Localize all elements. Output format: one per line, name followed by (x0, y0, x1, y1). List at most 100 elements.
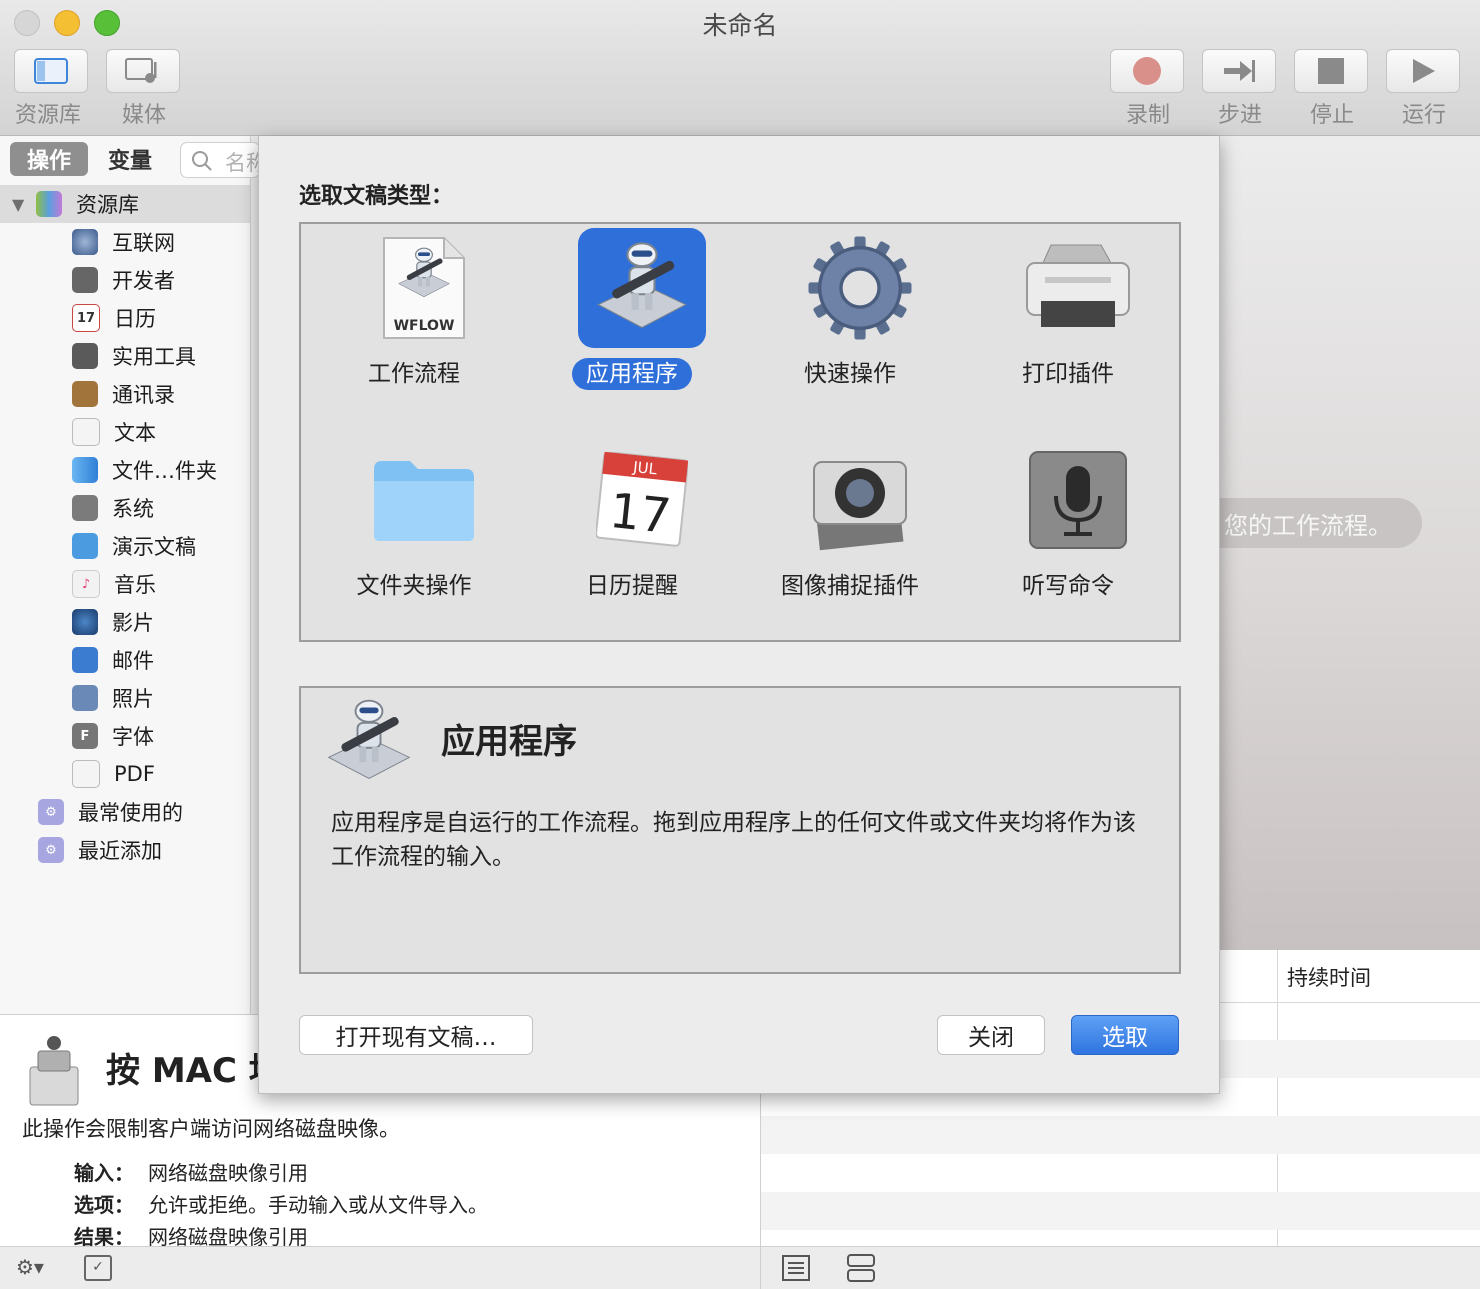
sidebar-item[interactable]: ♪ 音乐 (0, 565, 250, 603)
document-type-sheet: 选取文稿类型： WFLOW 工作流程应用程序 快速操作 打印插件文件夹操作 JUL 17 日… (258, 136, 1220, 1094)
library-label: 资源库 (14, 103, 81, 128)
mail-icon (72, 647, 98, 673)
input-value: 网络磁盘映像引用 (148, 1161, 308, 1185)
sidebar-item[interactable]: 文件…件夹 (0, 451, 250, 489)
split-view-icon[interactable] (846, 1253, 876, 1283)
action-summary: 此操作会限制客户端访问网络磁盘映像。 (22, 1117, 400, 1141)
sidebar-item[interactable]: 实用工具 (0, 337, 250, 375)
document-type-option[interactable]: 应用程序 (523, 224, 741, 424)
status-divider (760, 1247, 761, 1289)
quicktime-icon (72, 609, 98, 635)
calendar-icon: JUL 17 (577, 440, 707, 560)
document-type-option[interactable]: JUL 17 日历提醒 (523, 436, 741, 636)
smart-group-label: 最常使用的 (78, 801, 183, 825)
sidebar-item[interactable]: 文本 (0, 413, 250, 451)
svg-text:WFLOW: WFLOW (394, 318, 455, 334)
step-button[interactable] (1202, 49, 1276, 93)
document-type-option[interactable]: WFLOW 工作流程 (305, 224, 523, 424)
sidebar-item-label: 通讯录 (112, 383, 175, 407)
sidebar-item-label: 文本 (114, 421, 156, 445)
list-view-icon[interactable] (782, 1255, 810, 1281)
stop-icon (1318, 58, 1344, 84)
folder-icon (359, 440, 489, 560)
gear-menu-icon[interactable]: ⚙▾ (16, 1255, 44, 1279)
document-type-option[interactable]: 快速操作 (741, 224, 959, 424)
step-label: 步进 (1217, 103, 1262, 128)
printer-icon (1013, 228, 1143, 348)
globe-icon (72, 229, 98, 255)
record-icon (1133, 57, 1161, 85)
sidebar-item[interactable]: 演示文稿 (0, 527, 250, 565)
tab-actions[interactable]: 操作 (10, 142, 88, 176)
sidebar-item-label: 互联网 (112, 231, 175, 255)
run-label: 运行 (1401, 103, 1446, 128)
sidebar-item[interactable]: 通讯录 (0, 375, 250, 413)
document-type-option[interactable]: 打印插件 (959, 224, 1177, 424)
smart-group-item[interactable]: ⚙ 最近添加 (0, 831, 250, 869)
document-type-option[interactable]: 听写命令 (959, 436, 1177, 636)
document-type-label-text: 图像捕捉插件 (781, 573, 919, 599)
sidebar-item[interactable]: 系统 (0, 489, 250, 527)
media-button[interactable] (106, 49, 180, 93)
keynote-icon (72, 533, 98, 559)
window-title: 未命名 (702, 11, 778, 40)
window-toolbar: 未命名 资源库 媒体 录制 步进 停止 运行 (0, 0, 1480, 136)
document-type-label-text: 日历提醒 (586, 573, 678, 599)
sidebar-item-label: 邮件 (112, 649, 154, 673)
photos-icon (72, 685, 98, 711)
sidebar-item[interactable]: 照片 (0, 679, 250, 717)
automator-robot-icon (321, 694, 417, 790)
sidebar-item-label: 开发者 (112, 269, 175, 293)
search-field[interactable]: 名称 (180, 142, 267, 178)
document-type-label-text: 文件夹操作 (356, 573, 472, 599)
run-button[interactable] (1386, 49, 1460, 93)
record-label: 录制 (1125, 103, 1170, 128)
sidebar-item[interactable]: 互联网 (0, 223, 250, 261)
tree-label: 资源库 (76, 193, 139, 217)
sidebar-item-label: 实用工具 (112, 345, 196, 369)
music-note-icon: ♪ (72, 570, 100, 598)
camera-icon (795, 440, 925, 560)
choose-button[interactable]: 选取 (1071, 1015, 1179, 1055)
sidebar-item-label: 音乐 (114, 573, 156, 597)
library-root-row[interactable]: ▼ 资源库 (0, 185, 250, 223)
close-button[interactable]: 关闭 (937, 1015, 1045, 1055)
smart-folder-icon: ⚙ (38, 799, 64, 825)
sidebar-item[interactable]: PDF (0, 755, 250, 793)
media-icon (125, 58, 157, 83)
sidebar-item[interactable]: 开发者 (0, 261, 250, 299)
sidebar-item[interactable]: 影片 (0, 603, 250, 641)
sidebar-item-label: 文件…件夹 (112, 459, 217, 483)
smart-group-label: 最近添加 (78, 839, 162, 863)
stop-button[interactable] (1294, 49, 1368, 93)
smart-group-item[interactable]: ⚙ 最常使用的 (0, 793, 250, 831)
tab-variables[interactable]: 变量 (94, 142, 166, 176)
document-type-label: 应用程序 (523, 354, 741, 390)
sidebar-item[interactable]: 17 日历 (0, 299, 250, 337)
workflow-area[interactable]: 您的工作流程。 (1190, 136, 1480, 950)
text-document-icon (72, 418, 100, 446)
disclosure-triangle-icon[interactable]: ▼ (12, 195, 36, 214)
system-preferences-icon (72, 495, 98, 521)
library-button[interactable] (14, 49, 88, 93)
document-type-option[interactable]: 图像捕捉插件 (741, 436, 959, 636)
document-type-label: 图像捕捉插件 (741, 566, 959, 600)
sidebar-item[interactable]: F 字体 (0, 717, 250, 755)
open-existing-button[interactable]: 打开现有文稿… (299, 1015, 533, 1055)
document-type-label: 打印插件 (959, 354, 1177, 388)
svg-text:JUL: JUL (631, 458, 658, 479)
document-type-option[interactable]: 文件夹操作 (305, 436, 523, 636)
document-type-label-text: 快速操作 (804, 361, 896, 387)
toggle-description-icon[interactable]: ✓ (84, 1255, 112, 1281)
record-button[interactable] (1110, 49, 1184, 93)
smart-folder-icon: ⚙ (38, 837, 64, 863)
sheet-prompt: 选取文稿类型： (299, 184, 454, 209)
sidebar-item[interactable]: 邮件 (0, 641, 250, 679)
action-title: 按 MAC 地 (106, 1051, 283, 1091)
library-books-icon (36, 191, 62, 217)
document-type-label-text: 应用程序 (572, 358, 692, 390)
duration-column-header[interactable]: 持续时间 (1287, 962, 1371, 992)
detail-title: 应用程序 (441, 722, 577, 762)
document-type-label: 听写命令 (959, 566, 1177, 600)
sidebar-icon (34, 58, 68, 84)
